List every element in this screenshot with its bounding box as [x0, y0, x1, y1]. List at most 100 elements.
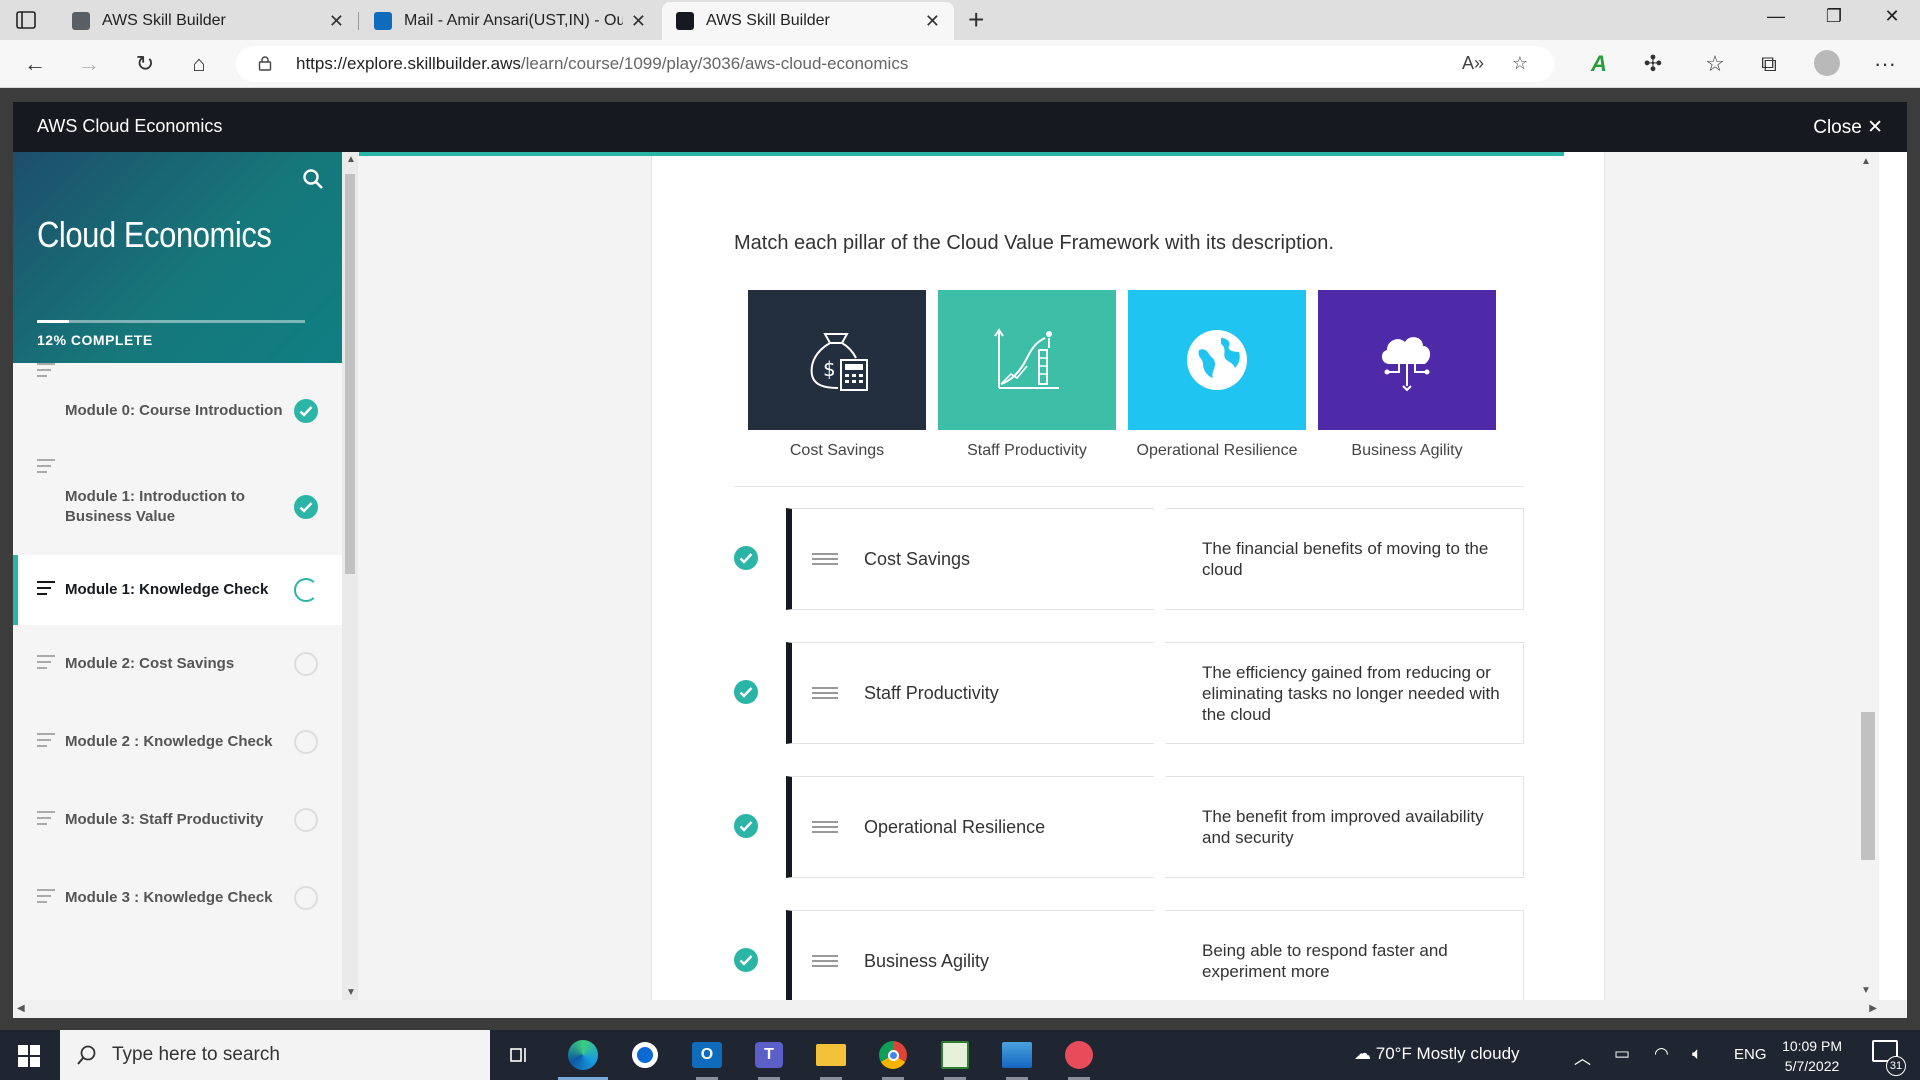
- svg-text:$: $: [823, 357, 836, 381]
- close-tab-icon[interactable]: ✕: [925, 11, 940, 32]
- photos-app-icon[interactable]: [1000, 1038, 1034, 1080]
- drop-target[interactable]: The benefit from improved availability a…: [1166, 776, 1524, 878]
- course-hero: Cloud Economics 12% COMPLETE: [13, 152, 342, 363]
- draggable-item[interactable]: Business Agility: [786, 910, 1166, 1000]
- favorites-icon[interactable]: ☆: [1700, 50, 1730, 78]
- content-scrollbar[interactable]: ▲ ▼: [1853, 152, 1879, 1000]
- draggable-item[interactable]: Staff Productivity: [786, 642, 1166, 744]
- course-progress-bar: [37, 320, 305, 323]
- settings-more-icon[interactable]: ···: [1870, 50, 1900, 78]
- new-tab-button[interactable]: +: [968, 5, 984, 35]
- chrome-browser-icon[interactable]: [876, 1038, 910, 1080]
- windows-start-button[interactable]: [18, 1045, 40, 1067]
- home-button[interactable]: ⌂: [184, 50, 214, 78]
- lesson-list-icon: [37, 459, 55, 477]
- draggable-item[interactable]: Operational Resilience: [786, 776, 1166, 878]
- grammarly-extension-icon[interactable]: A: [1584, 50, 1614, 78]
- lock-icon[interactable]: [258, 55, 272, 71]
- system-clock[interactable]: 10:09 PM 5/7/2022: [1782, 1036, 1842, 1076]
- browser-tab[interactable]: Mail - Amir Ansari(UST,IN) - Outl ✕: [360, 2, 660, 40]
- show-hidden-icons-icon[interactable]: ︿: [1574, 1044, 1591, 1069]
- close-tab-icon[interactable]: ✕: [631, 11, 646, 32]
- restore-button[interactable]: ❐: [1820, 6, 1848, 27]
- course-progress-fill: [37, 320, 70, 323]
- correct-check-icon: [734, 814, 758, 838]
- read-aloud-icon[interactable]: A»: [1462, 53, 1484, 74]
- close-window-button[interactable]: ✕: [1878, 6, 1906, 27]
- minimize-button[interactable]: —: [1762, 6, 1790, 27]
- drag-handle-icon[interactable]: [812, 818, 838, 836]
- lesson-content: Match each pillar of the Cloud Value Fra…: [358, 152, 1879, 1000]
- not-started-icon: [294, 886, 318, 910]
- browser-tab[interactable]: AWS Skill Builder ✕: [58, 2, 358, 40]
- task-view-icon[interactable]: [502, 1038, 536, 1072]
- pillar-card: $ Cost Savings: [748, 290, 926, 460]
- close-course-button[interactable]: Close ✕: [1813, 116, 1883, 139]
- cloudy-weather-icon: ☁: [1354, 1044, 1371, 1063]
- module-item[interactable]: Module 1: Introduction to Business Value: [13, 459, 342, 555]
- course-header: AWS Cloud Economics Close ✕: [13, 102, 1907, 152]
- complete-check-icon: [294, 399, 318, 423]
- drag-handle-icon[interactable]: [812, 684, 838, 702]
- close-tab-icon[interactable]: ✕: [329, 11, 344, 32]
- tab-actions-icon[interactable]: [14, 8, 38, 32]
- lesson-progress-line: [359, 152, 1564, 156]
- maps-app-icon[interactable]: [628, 1038, 662, 1072]
- question-text: Match each pillar of the Cloud Value Fra…: [734, 232, 1334, 254]
- edge-browser-icon[interactable]: [558, 1038, 608, 1080]
- drop-target[interactable]: The efficiency gained from reducing or e…: [1166, 642, 1524, 744]
- language-indicator[interactable]: ENG: [1734, 1046, 1767, 1063]
- sidebar-scrollbar[interactable]: ▲ ▼: [342, 152, 358, 1000]
- drag-handle-icon[interactable]: [812, 550, 838, 568]
- course-sidebar: Cloud Economics 12% COMPLETE Module 0: C…: [13, 152, 342, 1000]
- module-item[interactable]: Module 2: Cost Savings: [13, 625, 342, 703]
- in-progress-icon: [294, 578, 318, 602]
- module-item[interactable]: Module 0: Course Introduction: [13, 363, 342, 459]
- outlook-favicon-icon: [374, 12, 392, 30]
- content-scroll-thumb[interactable]: [1861, 712, 1875, 860]
- add-favorite-icon[interactable]: ☆: [1512, 53, 1528, 74]
- globe-icon: [1128, 290, 1306, 430]
- volume-icon[interactable]: 🔈︎: [1692, 1044, 1702, 1064]
- course-player-title: AWS Cloud Economics: [37, 116, 223, 136]
- match-row: Operational Resilience The benefit from …: [734, 776, 1524, 878]
- battery-icon[interactable]: ▭: [1614, 1044, 1630, 1064]
- refresh-button[interactable]: ↻: [130, 50, 160, 78]
- module-item-active[interactable]: Module 1: Knowledge Check: [13, 555, 342, 625]
- complete-check-icon: [294, 495, 318, 519]
- drop-target[interactable]: The financial benefits of moving to the …: [1166, 508, 1524, 610]
- forward-button[interactable]: →: [74, 50, 104, 78]
- sidebar-scroll-thumb[interactable]: [345, 174, 355, 574]
- back-button[interactable]: ←: [20, 50, 50, 78]
- weather-widget[interactable]: ☁ 70°F Mostly cloudy: [1354, 1044, 1520, 1064]
- notifications-icon[interactable]: 31: [1872, 1040, 1906, 1076]
- teams-app-icon[interactable]: T: [752, 1038, 786, 1080]
- file-explorer-icon[interactable]: [814, 1038, 848, 1080]
- profile-avatar[interactable]: [1812, 50, 1842, 83]
- module-item[interactable]: Module 3 : Knowledge Check: [13, 859, 342, 937]
- url-text[interactable]: https://explore.skillbuilder.aws/learn/c…: [296, 54, 908, 74]
- browser-tab-strip: AWS Skill Builder ✕ Mail - Amir Ansari(U…: [0, 0, 1920, 40]
- collections-icon[interactable]: ⧉: [1754, 50, 1784, 78]
- module-item[interactable]: Module 2 : Knowledge Check: [13, 703, 342, 781]
- course-progress-label: 12% COMPLETE: [37, 332, 153, 348]
- browser-toolbar: ← → ↻ ⌂ https://explore.skillbuilder.aws…: [0, 40, 1920, 88]
- course-title: Cloud Economics: [37, 214, 272, 255]
- taskbar-search-box[interactable]: Type here to search: [60, 1030, 490, 1080]
- excel-chart-app-icon[interactable]: [938, 1038, 972, 1080]
- module-item[interactable]: Module 3: Staff Productivity: [13, 781, 342, 859]
- drag-handle-icon[interactable]: [812, 952, 838, 970]
- snipping-tool-icon[interactable]: [1062, 1038, 1096, 1080]
- address-bar[interactable]: https://explore.skillbuilder.aws/learn/c…: [236, 46, 1554, 82]
- search-icon[interactable]: [302, 168, 324, 190]
- outlook-app-icon[interactable]: O: [690, 1038, 724, 1080]
- course-player: AWS Cloud Economics Close ✕ Cloud Econom…: [13, 102, 1907, 1018]
- wifi-icon[interactable]: ◠: [1654, 1044, 1669, 1064]
- horizontal-scrollbar[interactable]: ◀ ▶: [13, 1000, 1907, 1018]
- extensions-icon[interactable]: ✣: [1638, 50, 1668, 78]
- drop-target[interactable]: Being able to respond faster and experim…: [1166, 910, 1524, 1000]
- draggable-item[interactable]: Cost Savings: [786, 508, 1166, 610]
- browser-tab-active[interactable]: AWS Skill Builder ✕: [662, 2, 954, 40]
- pillar-card: Operational Resilience: [1128, 290, 1306, 460]
- not-started-icon: [294, 730, 318, 754]
